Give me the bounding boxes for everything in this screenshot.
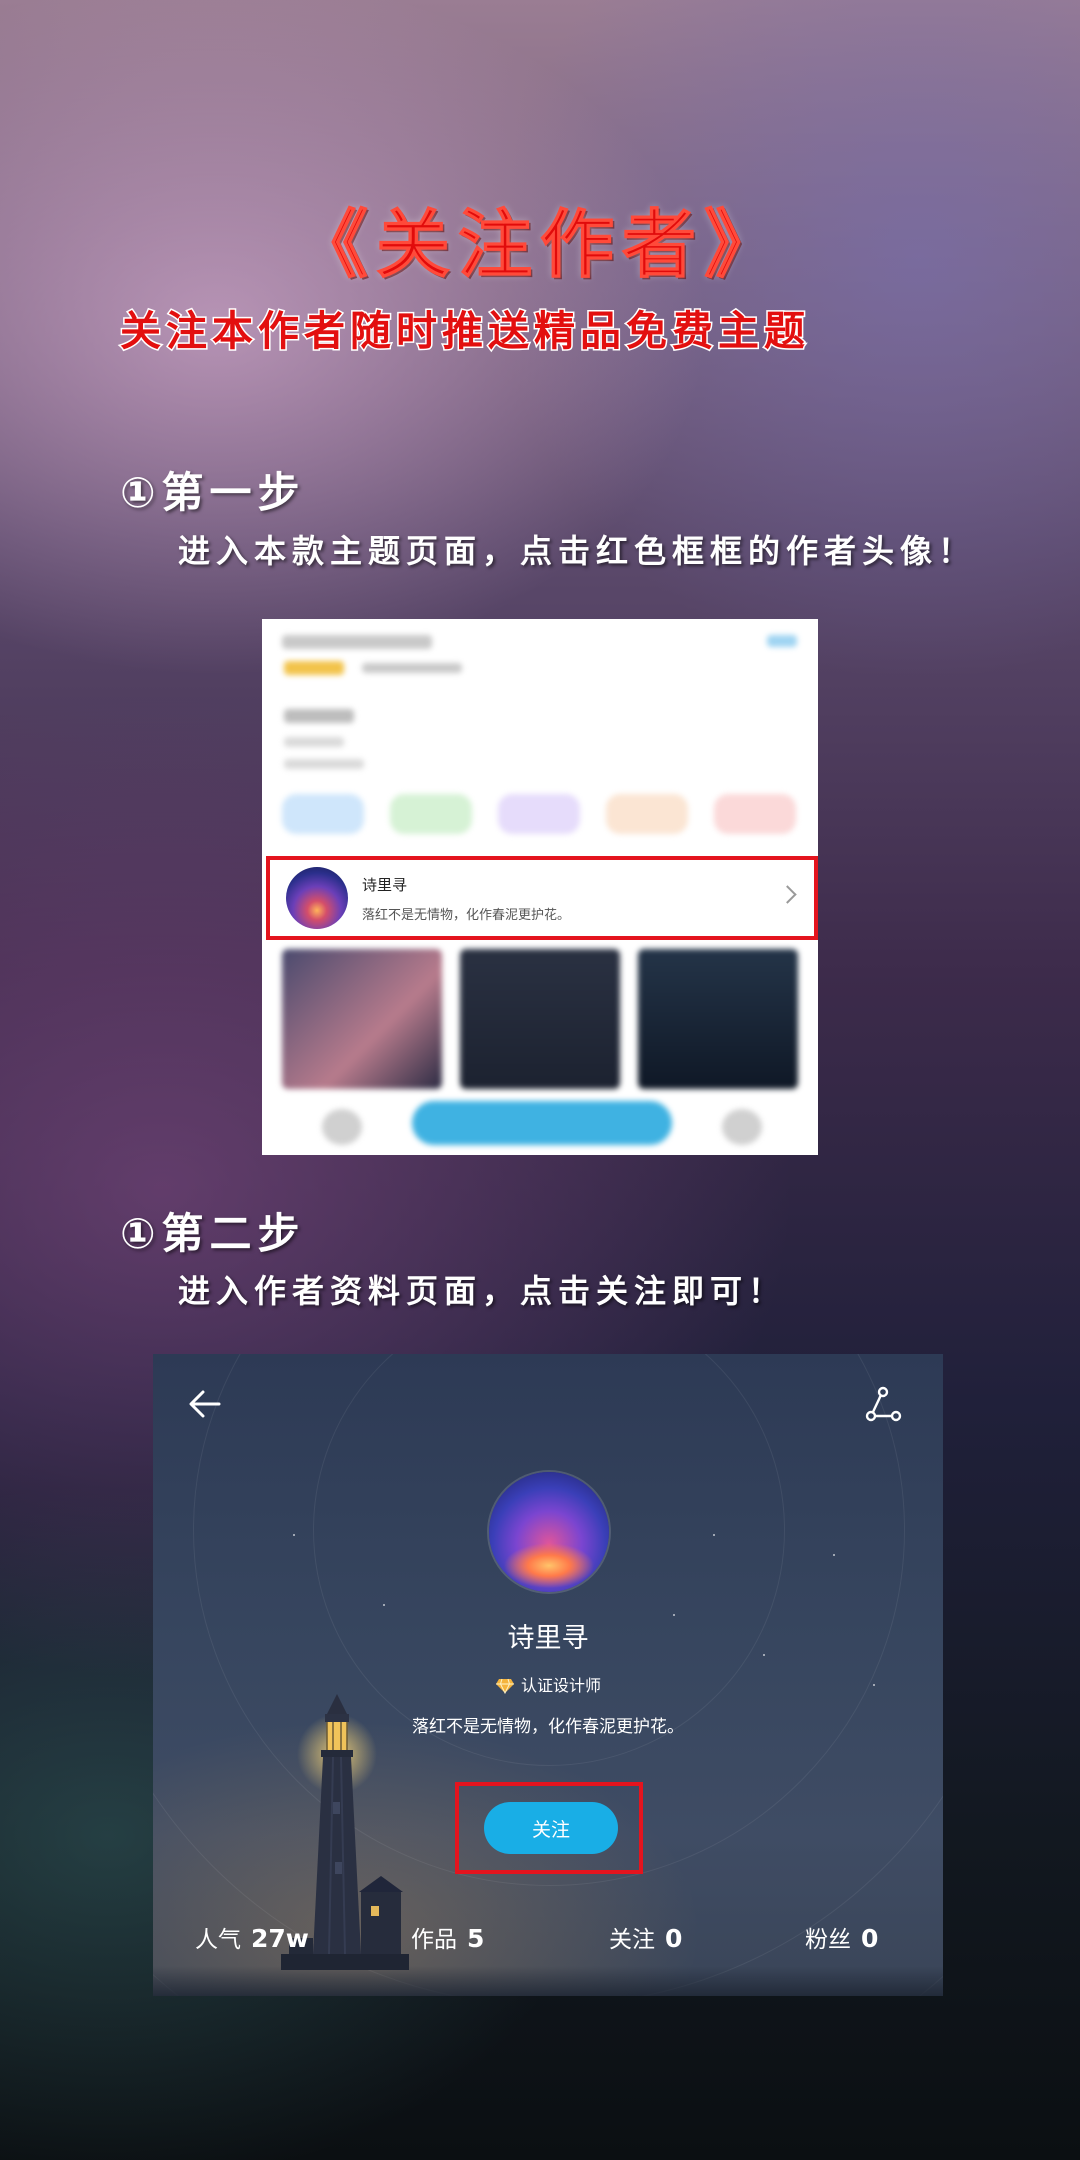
step1-description: 进入本款主题页面，点击红色框框的作者头像！ — [178, 532, 977, 570]
stat-following[interactable]: 关注 0 — [609, 1920, 682, 1954]
stat-popularity: 人气 27w — [195, 1920, 309, 1954]
stat-value: 0 — [665, 1924, 683, 1953]
stat-label: 作品 — [411, 1927, 457, 1953]
page-title: 《关注作者》 — [294, 202, 786, 289]
pier-silhouette — [153, 1966, 943, 1996]
author-bio: 落红不是无情物，化作春泥更护花。 — [362, 908, 571, 923]
stat-works[interactable]: 作品 5 — [411, 1920, 484, 1954]
theme-page-screenshot: 诗里寻 落红不是无情物，化作春泥更护花。 — [262, 619, 818, 1155]
stat-value: 27w — [251, 1924, 309, 1953]
author-avatar[interactable] — [286, 867, 348, 929]
back-arrow-icon[interactable] — [185, 1384, 225, 1424]
certified-badge: 认证设计师 — [153, 1672, 943, 1696]
badge-label: 认证设计师 — [520, 1676, 601, 1695]
step2-description: 进入作者资料页面，点击关注即可！ — [178, 1272, 787, 1310]
stat-label: 粉丝 — [805, 1927, 851, 1953]
stat-fans[interactable]: 粉丝 0 — [805, 1920, 878, 1954]
author-row-highlighted[interactable]: 诗里寻 落红不是无情物，化作春泥更护花。 — [266, 856, 818, 940]
profile-stats: 人气 27w 作品 5 关注 0 粉丝 0 — [153, 1920, 943, 1960]
author-avatar-large — [489, 1472, 609, 1592]
chevron-right-icon — [778, 885, 797, 904]
author-bio: 落红不是无情物，化作春泥更护花。 — [412, 1717, 684, 1737]
stat-value: 5 — [467, 1924, 485, 1953]
author-name: 诗里寻 — [507, 1623, 589, 1654]
diamond-icon — [495, 1678, 514, 1694]
step1-heading: ①第一步 — [120, 468, 306, 517]
share-icon[interactable] — [863, 1384, 903, 1424]
page-subtitle: 关注本作者随时推送精品免费主题 — [119, 306, 810, 357]
step2-heading: ①第二步 — [120, 1209, 306, 1258]
author-profile-screenshot: 诗里寻 认证设计师 落红不是无情物，化作春泥更护花。 关注 人气 27w 作品 … — [153, 1354, 943, 1996]
follow-button-highlight: 关注 — [455, 1782, 643, 1874]
stat-label: 人气 — [195, 1927, 241, 1953]
stat-value: 0 — [861, 1924, 879, 1953]
stat-label: 关注 — [609, 1927, 655, 1953]
follow-button[interactable]: 关注 — [484, 1802, 618, 1854]
author-name: 诗里寻 — [362, 876, 408, 894]
